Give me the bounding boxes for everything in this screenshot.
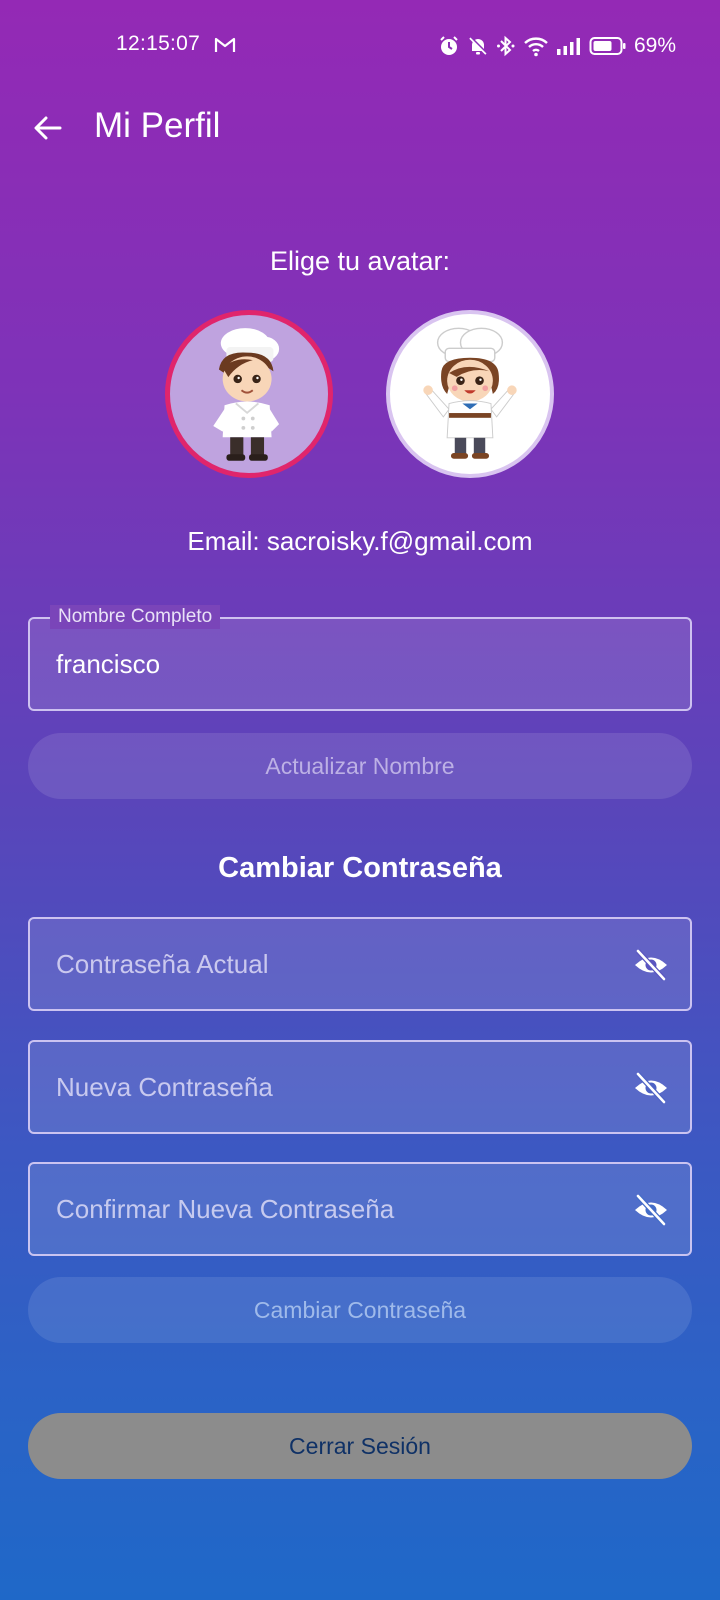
signal-icon (556, 35, 582, 57)
full-name-label: Nombre Completo (50, 605, 221, 629)
avatar-options (0, 310, 720, 480)
bluetooth-icon (496, 35, 516, 57)
toggle-visibility-current-password[interactable] (632, 946, 670, 984)
confirm-password-field[interactable]: Confirmar Nueva Contraseña (28, 1162, 692, 1256)
new-password-field[interactable]: Nueva Contraseña (28, 1040, 692, 1134)
avatar-heading: Elige tu avatar: (269, 246, 451, 276)
alarm-icon (438, 35, 460, 57)
bell-off-icon (467, 35, 489, 57)
avatar-option-male-chef[interactable] (165, 310, 333, 478)
change-password-button[interactable]: Cambiar Contraseña (28, 1277, 692, 1343)
toggle-visibility-new-password[interactable] (632, 1069, 670, 1107)
status-time: 12:15:07 (116, 32, 201, 55)
profile-screen: 12:15:07 69% Mi Perfil Elige tu avatar: … (0, 0, 720, 1600)
female-chef-avatar-image (423, 327, 517, 459)
update-name-button[interactable]: Actualizar Nombre (28, 733, 692, 799)
toggle-visibility-confirm-password[interactable] (632, 1191, 670, 1229)
full-name-field[interactable]: Nombre Completo francisco (28, 605, 692, 711)
logout-button[interactable]: Cerrar Sesión (28, 1413, 692, 1479)
current-password-field[interactable]: Contraseña Actual (28, 917, 692, 1011)
eye-off-icon (635, 1194, 667, 1226)
battery-icon (589, 35, 627, 57)
status-bar: 12:15:07 69% (0, 0, 720, 92)
wifi-icon (523, 35, 549, 57)
user-email: Email: sacroisky.f@gmail.com (187, 526, 533, 556)
battery-percentage: 69% (633, 34, 676, 57)
new-password-placeholder: Nueva Contraseña (56, 1072, 273, 1102)
app-bar: Mi Perfil (0, 92, 720, 164)
avatar-option-female-chef[interactable] (386, 310, 554, 478)
male-chef-avatar-image (213, 328, 280, 461)
full-name-value: francisco (56, 649, 161, 679)
status-icons: 69% (438, 32, 676, 60)
gmail-icon (214, 36, 236, 54)
eye-off-icon (635, 949, 667, 981)
back-button[interactable] (26, 106, 70, 150)
eye-off-icon (635, 1072, 667, 1104)
arrow-left-icon (34, 116, 62, 140)
page-title: Mi Perfil (94, 106, 221, 145)
confirm-password-placeholder: Confirmar Nueva Contraseña (56, 1194, 395, 1224)
current-password-placeholder: Contraseña Actual (56, 949, 269, 979)
change-password-title: Cambiar Contraseña (218, 852, 502, 884)
